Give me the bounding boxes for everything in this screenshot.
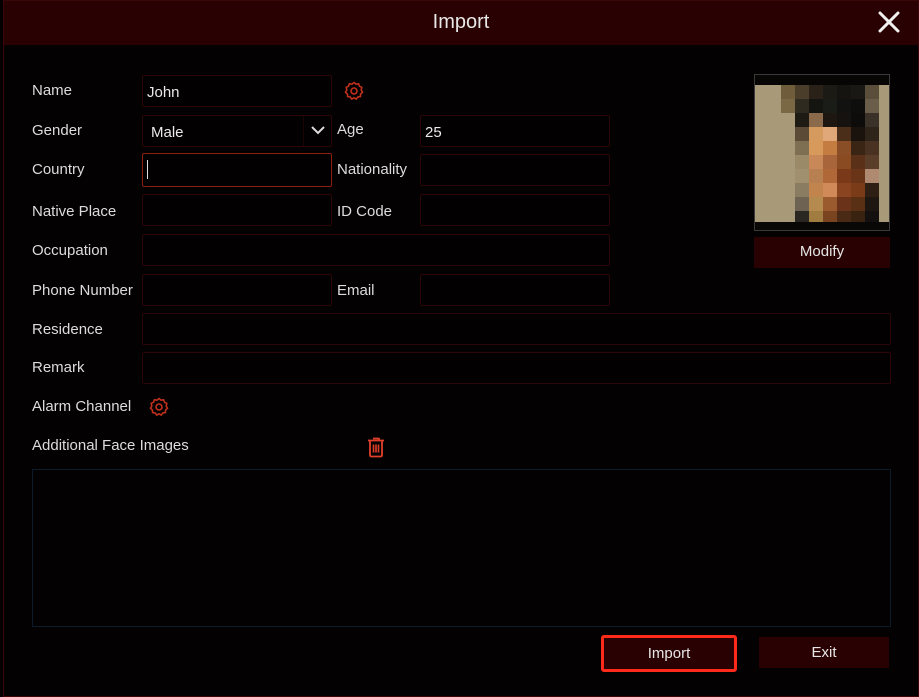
chevron-down-icon	[311, 126, 325, 135]
alarm-channel-settings-button[interactable]	[149, 397, 169, 417]
residence-label: Residence	[32, 321, 103, 338]
face-image-pixelated	[755, 75, 889, 230]
additional-face-images-label: Additional Face Images	[32, 437, 189, 454]
gender-select[interactable]: Male	[142, 115, 332, 147]
age-value: 25	[425, 124, 442, 141]
email-label: Email	[337, 282, 375, 299]
gear-icon	[149, 397, 169, 417]
import-button[interactable]: Import	[601, 635, 737, 672]
id-code-label: ID Code	[337, 203, 393, 220]
nationality-label: Nationality	[337, 161, 408, 178]
residence-input[interactable]	[142, 313, 891, 345]
native-place-input[interactable]	[142, 194, 332, 226]
gender-value: Male	[151, 124, 184, 141]
close-button[interactable]	[876, 9, 902, 35]
close-icon	[878, 11, 900, 33]
age-input[interactable]: 25	[420, 115, 610, 147]
gear-icon	[344, 81, 364, 101]
id-code-input[interactable]	[420, 194, 610, 226]
dialog-title: Import	[432, 11, 490, 33]
dropdown-arrow[interactable]	[303, 116, 331, 146]
exit-button[interactable]: Exit	[759, 637, 889, 668]
country-input[interactable]	[142, 153, 332, 187]
gender-label: Gender	[32, 122, 83, 139]
trash-icon	[368, 437, 384, 458]
name-value: John	[147, 84, 180, 101]
import-dialog: Import Name John Gender Male Age 25 Coun…	[3, 0, 919, 697]
nationality-input[interactable]	[420, 154, 610, 186]
face-photo	[754, 74, 890, 231]
name-settings-button[interactable]	[344, 81, 364, 101]
age-label: Age	[337, 121, 364, 138]
additional-face-images-area[interactable]	[32, 469, 891, 627]
phone-number-input[interactable]	[142, 274, 332, 306]
occupation-input[interactable]	[142, 234, 610, 266]
name-input[interactable]: John	[142, 75, 332, 107]
remark-input[interactable]	[142, 352, 891, 384]
native-place-label: Native Place	[32, 203, 117, 220]
modify-photo-button[interactable]: Modify	[754, 237, 890, 268]
phone-number-label: Phone Number	[32, 282, 133, 299]
name-label: Name	[32, 82, 73, 99]
email-input[interactable]	[420, 274, 610, 306]
occupation-label: Occupation	[32, 242, 108, 259]
text-cursor	[147, 160, 148, 179]
alarm-channel-label: Alarm Channel	[32, 398, 132, 415]
delete-images-button[interactable]	[366, 436, 386, 458]
country-label: Country	[32, 161, 85, 178]
title-bar: Import	[4, 1, 918, 45]
remark-label: Remark	[32, 359, 85, 376]
